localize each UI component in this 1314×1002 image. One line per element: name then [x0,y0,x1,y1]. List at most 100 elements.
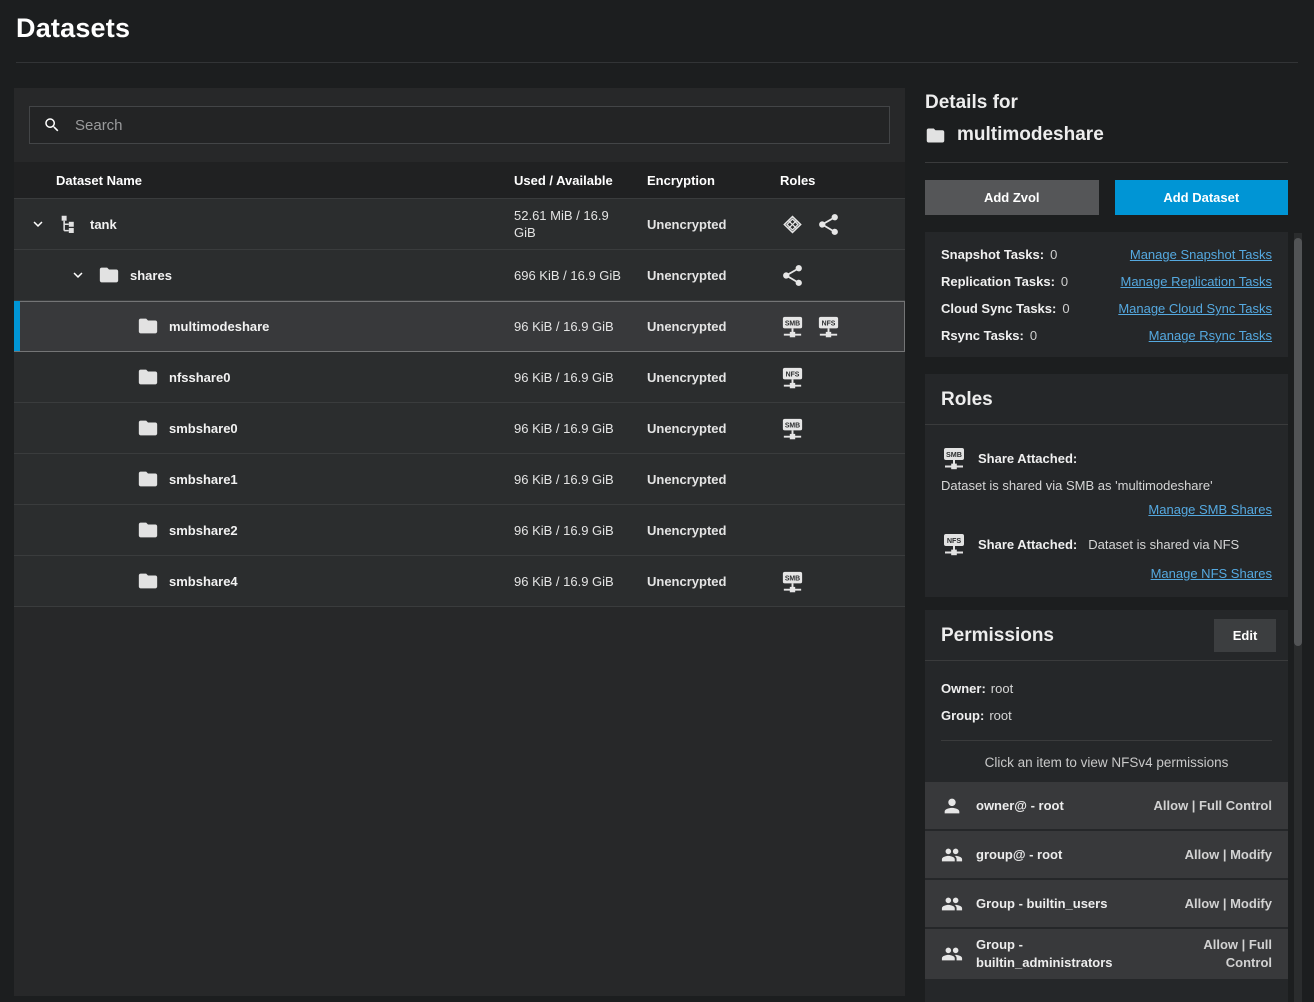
manage-rsync-tasks-link[interactable]: Manage Rsync Tasks [1149,322,1272,349]
acl-item-builtin-users[interactable]: Group - builtin_users Allow | Modify [925,880,1288,927]
col-header-encryption: Encryption [647,173,780,188]
details-heading: Details for [925,92,1288,114]
owner-value: root [991,681,1013,696]
folder-icon [136,416,160,440]
group-value: root [989,708,1011,723]
dataset-name: tank [90,217,117,232]
cloud-sync-tasks-row: Cloud Sync Tasks:0 Manage Cloud Sync Tas… [941,295,1272,322]
used-available-cell: 96 KiB / 16.9 GiB [514,522,647,539]
datasets-panel: Dataset Name Used / Available Encryption… [14,88,905,996]
title-divider [16,62,1298,63]
roles-card: Roles Share Attached: Dataset is shared … [925,374,1288,597]
roles-cell [780,263,905,288]
dataset-row-smbshare2[interactable]: smbshare2 96 KiB / 16.9 GiB Unencrypted [14,505,905,556]
dataset-root-icon [57,212,81,236]
smb-share-icon [780,314,805,339]
acl-item-owner[interactable]: owner@ - root Allow | Full Control [925,782,1288,829]
acl-who: Group - builtin_administrators [976,936,1141,972]
dataset-name: smbshare2 [169,523,238,538]
used-available-cell: 96 KiB / 16.9 GiB [514,318,647,335]
share-role-icon [780,263,805,288]
encryption-cell: Unencrypted [647,523,780,538]
manage-replication-tasks-link[interactable]: Manage Replication Tasks [1120,268,1272,295]
replication-tasks-count: 0 [1061,274,1068,289]
dataset-name-cell: smbshare0 [14,416,514,440]
roles-cell [780,569,905,594]
acl-item-builtin-administrators[interactable]: Group - builtin_administrators Allow | F… [925,929,1288,979]
group-label: Group: [941,708,984,723]
people-icon [941,893,963,915]
snapshot-tasks-row: Snapshot Tasks:0 Manage Snapshot Tasks [941,241,1272,268]
used-available-cell: 96 KiB / 16.9 GiB [514,420,647,437]
manage-snapshot-tasks-link[interactable]: Manage Snapshot Tasks [1130,241,1272,268]
manage-nfs-shares-link[interactable]: Manage NFS Shares [1151,566,1272,581]
used-available-cell: 96 KiB / 16.9 GiB [514,573,647,590]
nfsv4-hint: Click an item to view NFSv4 permissions [933,755,1280,770]
owner-row: Owner:root [941,675,1272,702]
rsync-tasks-row: Rsync Tasks:0 Manage Rsync Tasks [941,322,1272,349]
used-available-cell: 96 KiB / 16.9 GiB [514,369,647,386]
dataset-row-smbshare1[interactable]: smbshare1 96 KiB / 16.9 GiB Unencrypted [14,454,905,505]
add-dataset-button[interactable]: Add Dataset [1115,180,1289,215]
dataset-name: smbshare4 [169,574,238,589]
cloud-sync-tasks-count: 0 [1062,301,1069,316]
dataset-name-cell: tank [14,212,514,236]
details-scrollbar-thumb[interactable] [1294,238,1302,646]
manage-cloud-sync-tasks-link[interactable]: Manage Cloud Sync Tasks [1118,295,1272,322]
group-row: Group: root [941,702,1272,729]
permissions-header: Permissions Edit [925,610,1288,660]
dataset-row-smbshare0[interactable]: smbshare0 96 KiB / 16.9 GiB Unencrypted [14,403,905,454]
nfs-share-icon [941,531,967,557]
folder-icon [136,467,160,491]
dataset-row-shares[interactable]: shares 696 KiB / 16.9 GiB Unencrypted [14,250,905,301]
apps-role-icon [780,212,805,237]
folder-icon [136,314,160,338]
owner-group-block: Owner:root Group: root [925,661,1288,731]
folder-icon [136,365,160,389]
acl-perms: Allow | Full Control [1190,936,1272,972]
edit-permissions-button[interactable]: Edit [1214,619,1276,652]
dataset-row-tank[interactable]: tank 52.61 MiB / 16.9 GiB Unencrypted [14,199,905,250]
acl-who: Group - builtin_users [976,896,1107,911]
folder-icon [136,569,160,593]
acl-who: group@ - root [976,847,1062,862]
permissions-title: Permissions [941,625,1054,647]
chevron-down-icon[interactable] [28,214,48,234]
used-available-cell: 52.61 MiB / 16.9 GiB [514,207,647,241]
manage-smb-shares-link[interactable]: Manage SMB Shares [1148,502,1272,517]
encryption-cell: Unencrypted [647,217,780,232]
details-actions: Add Zvol Add Dataset [925,180,1288,215]
people-icon [941,943,963,965]
dataset-row-smbshare4[interactable]: smbshare4 96 KiB / 16.9 GiB Unencrypted [14,556,905,607]
details-scrollbar-track[interactable] [1294,233,1302,1002]
nfs-role-row: Share Attached: Dataset is shared via NF… [941,531,1272,557]
dataset-name: shares [130,268,172,283]
people-icon [941,844,963,866]
used-available-cell: 96 KiB / 16.9 GiB [514,471,647,488]
dataset-name: smbshare1 [169,472,238,487]
details-dataset-name: multimodeshare [957,124,1104,146]
roles-cell [780,365,905,390]
snapshot-tasks-count: 0 [1050,247,1057,262]
encryption-cell: Unencrypted [647,421,780,436]
smb-share-description: Dataset is shared via SMB as 'multimodes… [941,478,1272,493]
chevron-down-icon[interactable] [68,265,88,285]
share-role-icon [816,212,841,237]
page-title: Datasets [0,0,1314,57]
dataset-row-multimodeshare[interactable]: multimodeshare 96 KiB / 16.9 GiB Unencry… [14,301,905,352]
dataset-row-nfsshare0[interactable]: nfsshare0 96 KiB / 16.9 GiB Unencrypted [14,352,905,403]
smb-role-row: Share Attached: [941,445,1272,471]
roles-cell [780,212,905,237]
tasks-card: Snapshot Tasks:0 Manage Snapshot Tasks R… [925,232,1288,357]
acl-perms: Allow | Full Control [1154,797,1272,815]
acl-item-group[interactable]: group@ - root Allow | Modify [925,831,1288,878]
acl-perms: Allow | Modify [1185,846,1272,864]
dataset-name: nfsshare0 [169,370,230,385]
search-wrap [14,88,905,162]
replication-tasks-label: Replication Tasks: [941,274,1055,289]
dataset-name: smbshare0 [169,421,238,436]
person-icon [941,795,963,817]
add-zvol-button[interactable]: Add Zvol [925,180,1099,215]
search-box[interactable] [29,106,890,144]
search-input[interactable] [75,117,876,134]
